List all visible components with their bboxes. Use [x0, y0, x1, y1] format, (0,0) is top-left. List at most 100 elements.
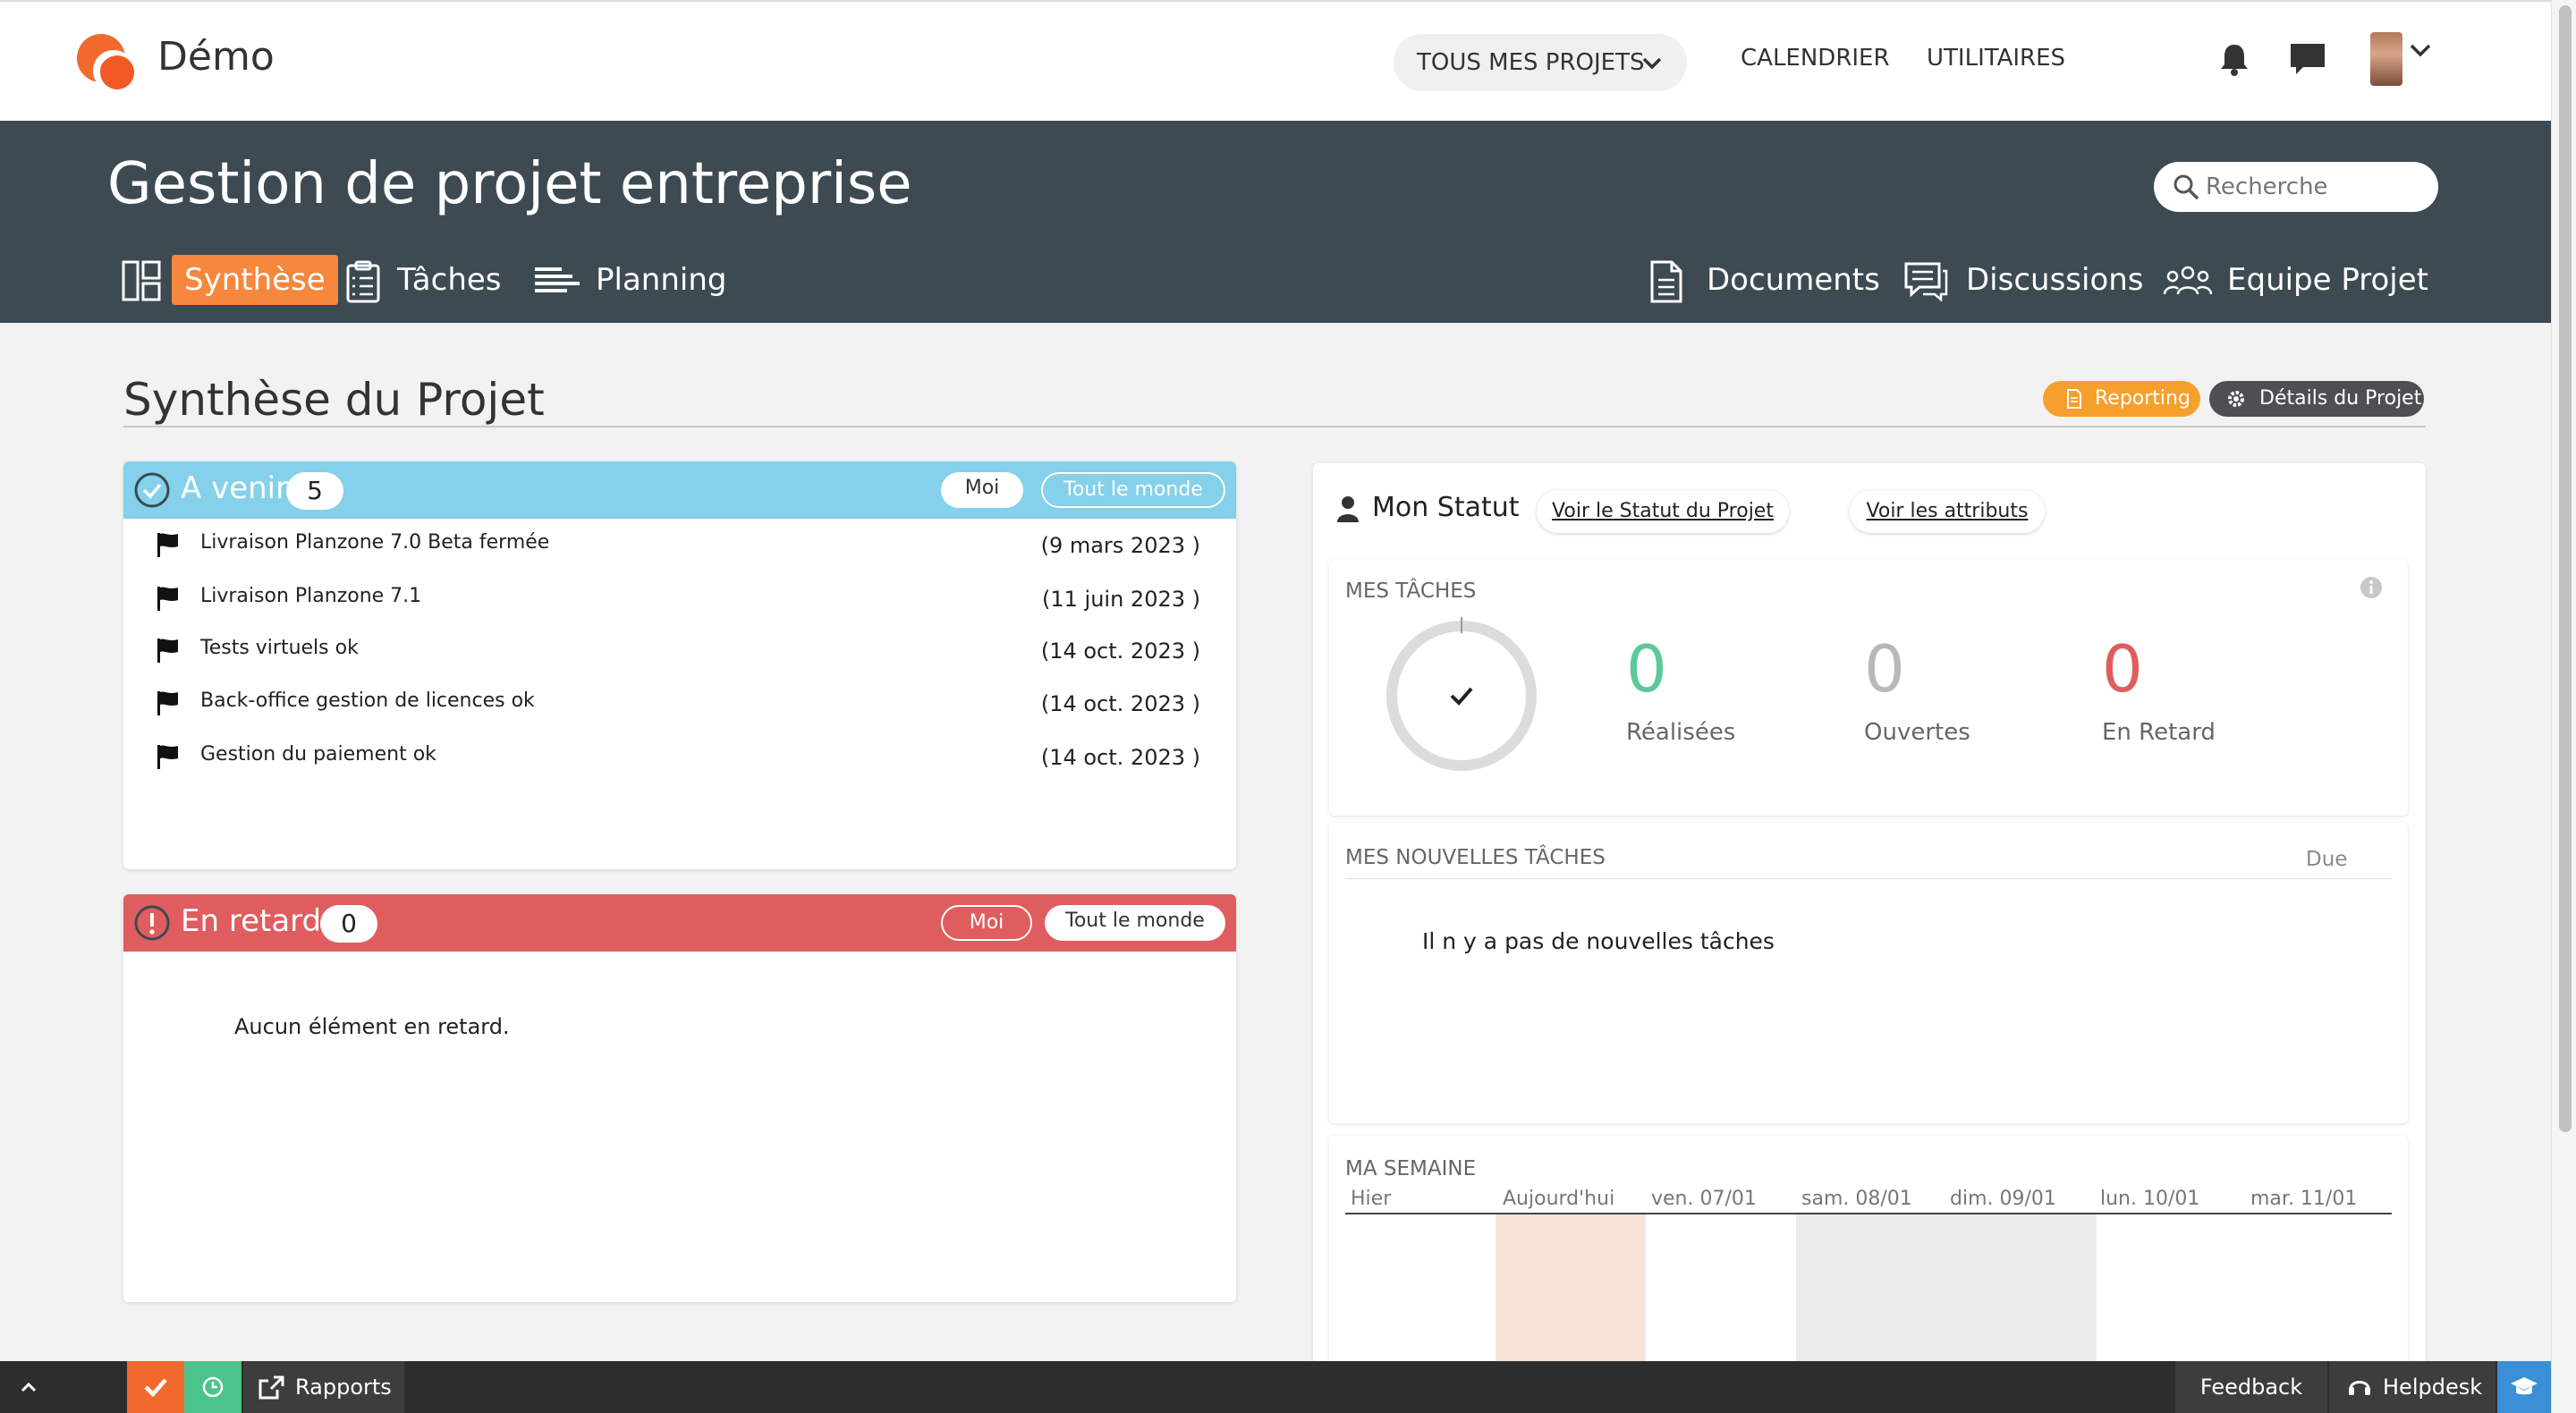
clipboard-icon — [346, 260, 380, 303]
user-avatar[interactable] — [2370, 32, 2402, 86]
title-divider — [123, 426, 2426, 427]
nav-calendar[interactable]: CALENDRIER — [1741, 45, 1890, 72]
search-icon — [2172, 173, 2200, 201]
tab-equipe-label: Equipe Projet — [2227, 262, 2429, 298]
alert-circle-icon — [134, 905, 170, 941]
upcoming-item[interactable]: Livraison Planzone 7.1 (11 juin 2023 ) — [154, 585, 1200, 621]
status-card: Mon Statut Voir le Statut du Projet Voir… — [1313, 463, 2426, 1366]
late-tasks-label: En Retard — [2102, 719, 2216, 746]
team-icon — [2163, 266, 2213, 295]
collapse-button[interactable] — [0, 1361, 57, 1413]
upcoming-item-date: (14 oct. 2023 ) — [1040, 745, 1200, 770]
flag-icon — [157, 533, 178, 557]
graduation-cap-icon — [2511, 1377, 2538, 1395]
tasks-quick-button[interactable] — [127, 1361, 184, 1413]
due-column-label: Due — [2306, 848, 2348, 871]
projects-dropdown[interactable]: TOUS MES PROJETS — [1394, 34, 1687, 91]
headset-icon — [2349, 1381, 2370, 1395]
week-day-label: Hier — [1351, 1188, 1392, 1210]
tab-documents[interactable]: Documents — [1649, 255, 1880, 305]
discussion-icon — [1904, 262, 1948, 301]
info-icon[interactable] — [2360, 576, 2383, 599]
helpdesk-button[interactable]: Helpdesk — [2329, 1361, 2496, 1413]
project-details-button[interactable]: Détails du Projet — [2209, 381, 2424, 417]
project-details-button-label: Détails du Projet — [2259, 387, 2422, 410]
vertical-scrollbar[interactable] — [2551, 0, 2576, 1413]
chevron-down-icon — [1640, 34, 1664, 113]
tab-synthese[interactable]: Synthèse — [122, 255, 338, 305]
late-title: En retard — [181, 903, 322, 939]
share-icon — [258, 1375, 284, 1400]
upcoming-header: A venir 5 Moi Tout le monde — [123, 461, 1236, 519]
user-icon — [1337, 496, 1359, 522]
upcoming-item-label: Gestion du paiement ok — [200, 743, 436, 766]
filter-everyone-button[interactable]: Tout le monde — [1041, 472, 1225, 508]
week-day-label: sam. 08/01 — [1801, 1188, 1912, 1210]
upcoming-item-label: Tests virtuels ok — [200, 637, 359, 659]
week-day-label: dim. 09/01 — [1950, 1188, 2056, 1210]
flag-icon — [157, 587, 178, 611]
tab-taches[interactable]: Tâches — [345, 255, 502, 305]
done-count: 0 — [1626, 631, 1667, 706]
project-banner: Gestion de projet entreprise Synthèse Tâ… — [0, 121, 2551, 323]
gantt-icon — [535, 267, 580, 292]
reporting-button[interactable]: Reporting — [2043, 381, 2200, 417]
academy-button[interactable] — [2497, 1361, 2551, 1413]
tab-taches-label: Tâches — [397, 262, 502, 298]
week-day-label: lun. 10/01 — [2100, 1188, 2200, 1210]
project-title: Gestion de projet entreprise — [107, 151, 912, 217]
chevron-down-icon[interactable] — [2408, 38, 2433, 69]
document-icon — [1650, 260, 1682, 303]
projects-dropdown-label: TOUS MES PROJETS — [1417, 49, 1645, 76]
week-axis — [1345, 1213, 2392, 1214]
upcoming-item-label: Livraison Planzone 7.1 — [200, 585, 422, 607]
bell-icon[interactable] — [2215, 39, 2254, 79]
check-icon — [144, 1378, 167, 1398]
upcoming-item[interactable]: Livraison Planzone 7.0 Beta fermée (9 mar… — [154, 531, 1200, 567]
open-count: 0 — [1864, 631, 1905, 706]
upcoming-item[interactable]: Gestion du paiement ok (14 oct. 2023 ) — [154, 743, 1200, 779]
late-filter-everyone-button[interactable]: Tout le monde — [1045, 905, 1225, 941]
no-new-tasks-message: Il n y a pas de nouvelles tâches — [1422, 928, 1775, 954]
upcoming-count: 5 — [286, 472, 343, 510]
my-status-title: Mon Statut — [1372, 492, 1520, 523]
view-attributes-link[interactable]: Voir les attributs — [1850, 490, 2045, 533]
flag-icon — [157, 639, 178, 663]
chat-icon[interactable] — [2288, 39, 2327, 79]
helpdesk-button-label: Helpdesk — [2383, 1375, 2483, 1400]
tab-planning-label: Planning — [596, 262, 727, 298]
reports-button-label: Rapports — [295, 1375, 392, 1400]
scrollbar-thumb[interactable] — [2559, 5, 2572, 1132]
done-label: Réalisées — [1626, 719, 1736, 746]
gear-icon — [2228, 391, 2244, 407]
view-project-status-link[interactable]: Voir le Statut du Projet — [1537, 490, 1789, 533]
tasks-progress-ring — [1386, 617, 1537, 771]
app-logo[interactable] — [77, 34, 136, 93]
new-tasks-divider — [1345, 878, 2392, 879]
late-filter-me-button[interactable]: Moi — [941, 905, 1032, 941]
top-navbar: Démo TOUS MES PROJETS CALENDRIER UTILITA… — [0, 0, 2551, 121]
feedback-button[interactable]: Feedback — [2175, 1361, 2327, 1413]
report-icon — [2067, 389, 2081, 409]
tab-planning[interactable]: Planning — [533, 255, 726, 305]
late-count: 0 — [320, 905, 377, 943]
upcoming-item-label: Livraison Planzone 7.0 Beta fermée — [200, 531, 550, 554]
reports-button[interactable]: Rapports — [243, 1361, 404, 1413]
tab-discussions-label: Discussions — [1966, 262, 2144, 298]
tab-equipe[interactable]: Equipe Projet — [2163, 255, 2428, 305]
upcoming-item[interactable]: Tests virtuels ok (14 oct. 2023 ) — [154, 637, 1200, 673]
time-tracking-button[interactable] — [184, 1361, 242, 1413]
dashboard-icon — [122, 260, 161, 301]
weekend-columns — [1796, 1214, 2097, 1366]
nav-utilities[interactable]: UTILITAIRES — [1927, 45, 2065, 72]
tab-discussions[interactable]: Discussions — [1903, 255, 2144, 305]
search-input[interactable] — [2206, 169, 2420, 205]
my-week-label: MA SEMAINE — [1345, 1157, 1477, 1180]
filter-me-button[interactable]: Moi — [941, 472, 1023, 508]
search-box[interactable] — [2154, 162, 2438, 212]
upcoming-item-date: (14 oct. 2023 ) — [1040, 691, 1200, 716]
week-day-label: Aujourd'hui — [1503, 1188, 1615, 1210]
upcoming-item[interactable]: Back-office gestion de licences ok (14 oc… — [154, 690, 1200, 725]
late-header: En retard 0 Moi Tout le monde — [123, 894, 1236, 952]
my-tasks-panel: MES TÂCHES 0 Réalisées 0 Ouvertes 0 En R… — [1329, 560, 2408, 816]
